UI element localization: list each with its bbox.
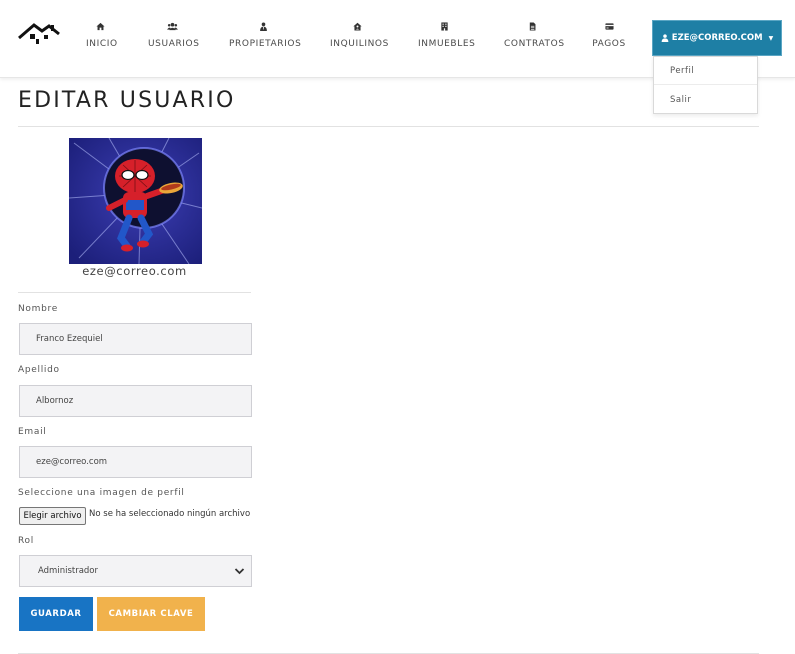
file-status-text: No se ha seleccionado ningún archivo [89, 509, 251, 519]
nav-pagos[interactable]: PAGOS [592, 22, 626, 54]
rol-select[interactable]: Administrador [19, 555, 252, 587]
profile-avatar [69, 138, 202, 264]
nav-label: CONTRATOS [504, 39, 565, 49]
user-tie-icon [229, 22, 297, 34]
nav-label: PROPIETARIOS [229, 39, 302, 49]
user-menu-button[interactable]: EZE@CORREO.COM ▼ [652, 20, 782, 56]
nav-inquilinos[interactable]: INQUILINOS [330, 22, 388, 54]
nav-label: INQUILINOS [330, 39, 389, 49]
nav-usuarios[interactable]: USUARIOS [148, 22, 199, 54]
nombre-input[interactable] [19, 323, 252, 355]
save-button[interactable]: GUARDAR [19, 597, 93, 631]
choose-file-button[interactable]: Elegir archivo [19, 507, 86, 525]
file-icon [504, 22, 560, 34]
title-divider [18, 126, 759, 127]
page-title: EDITAR USUARIO [18, 88, 236, 113]
nav-contratos[interactable]: CONTRATOS [504, 22, 564, 54]
imagen-label: Seleccione una imagen de perfil [18, 488, 185, 498]
avatar-divider [18, 292, 251, 293]
dropdown-item-perfil[interactable]: Perfil [654, 57, 757, 85]
nombre-label: Nombre [18, 304, 58, 314]
nav-inicio[interactable]: INICIO [86, 22, 117, 54]
rol-select-value: Administrador [38, 566, 99, 576]
nav-label: INMUEBLES [418, 39, 476, 49]
users-icon [148, 22, 196, 34]
email-label: Email [18, 427, 47, 437]
building-icon [418, 22, 470, 34]
chevron-down-icon [234, 568, 245, 575]
user-menu-label: EZE@CORREO.COM [671, 33, 763, 43]
nav-label: USUARIOS [148, 39, 200, 49]
dropdown-item-salir[interactable]: Salir [654, 86, 757, 114]
rol-label: Rol [18, 536, 34, 546]
caret-down-icon: ▼ [768, 34, 774, 42]
change-password-button[interactable]: CAMBIAR CLAVE [97, 597, 205, 631]
apellido-input[interactable] [19, 385, 252, 417]
nav-label: INICIO [86, 39, 118, 49]
email-input[interactable] [19, 446, 252, 478]
user-icon [661, 34, 669, 42]
credit-card-icon [592, 22, 626, 34]
nav-propietarios[interactable]: PROPIETARIOS [229, 22, 301, 54]
house-logo-icon[interactable] [18, 21, 60, 45]
nav-label: PAGOS [592, 39, 626, 49]
house-user-icon [330, 22, 385, 34]
nav-inmuebles[interactable]: INMUEBLES [418, 22, 475, 54]
avatar-caption: eze@correo.com [82, 264, 187, 278]
apellido-label: Apellido [18, 365, 60, 375]
user-dropdown-menu: Perfil Salir [653, 56, 758, 114]
home-icon [86, 22, 114, 34]
